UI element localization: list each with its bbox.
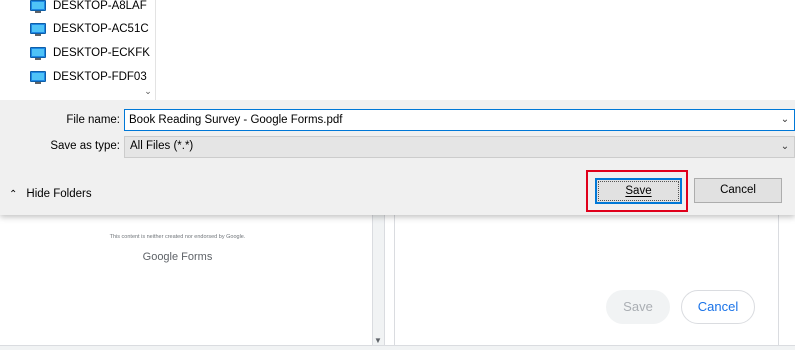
computer-icon [30,46,46,60]
tree-item-label: DESKTOP-A8LAF [53,0,147,12]
chevron-down-icon[interactable]: ⌄ [776,137,794,157]
computer-icon [30,0,46,13]
hide-folders-label: Hide Folders [26,188,92,200]
savetype-dropdown[interactable]: All Files (*.*) [124,136,795,158]
print-settings-panel [384,215,779,345]
save-button[interactable]: Save [595,178,682,204]
chevron-down-icon[interactable]: ⌄ [776,110,794,130]
preview-scrollbar[interactable] [372,215,384,350]
file-list-area[interactable] [156,0,795,100]
settings-scrollbar[interactable] [778,215,779,345]
filename-combobox[interactable] [124,109,795,131]
chevron-down-icon[interactable]: ⌄ [141,84,155,98]
filename-input[interactable] [129,112,769,128]
save-as-dialog: DESKTOP-A8LAF DESKTOP-AC51C DESKTOP-ECKF… [0,0,795,215]
chevron-up-icon: ⌃ [9,188,18,200]
tree-item-label: DESKTOP-FDF03 [53,71,147,83]
computer-icon [30,22,46,36]
tree-item-computer[interactable]: DESKTOP-FDF03 [30,66,147,88]
cancel-button[interactable]: Cancel [694,178,782,203]
computer-icon [30,70,46,84]
tree-item-computer[interactable]: DESKTOP-AC51C [30,18,149,40]
savetype-label: Save as type: [50,140,120,152]
settings-divider [394,215,395,345]
google-forms-logo: Google Forms [142,251,213,263]
print-cancel-button[interactable]: Cancel [681,290,755,324]
folder-tree[interactable]: DESKTOP-A8LAF DESKTOP-AC51C DESKTOP-ECKF… [0,0,156,100]
tree-item-label: DESKTOP-ECKFK [53,47,150,59]
tree-item-computer[interactable]: DESKTOP-ECKFK [30,42,150,64]
bottom-edge [0,345,795,350]
savetype-value: All Files (*.*) [130,140,194,152]
filename-label: File name: [66,114,120,126]
tree-item-label: DESKTOP-AC51C [53,23,149,35]
hide-folders-button[interactable]: ⌃ Hide Folders [9,185,92,203]
print-save-button[interactable]: Save [606,290,670,324]
page-footer-note: This content is neither created nor endo… [109,234,246,240]
tree-item-computer[interactable]: DESKTOP-A8LAF [30,0,147,17]
